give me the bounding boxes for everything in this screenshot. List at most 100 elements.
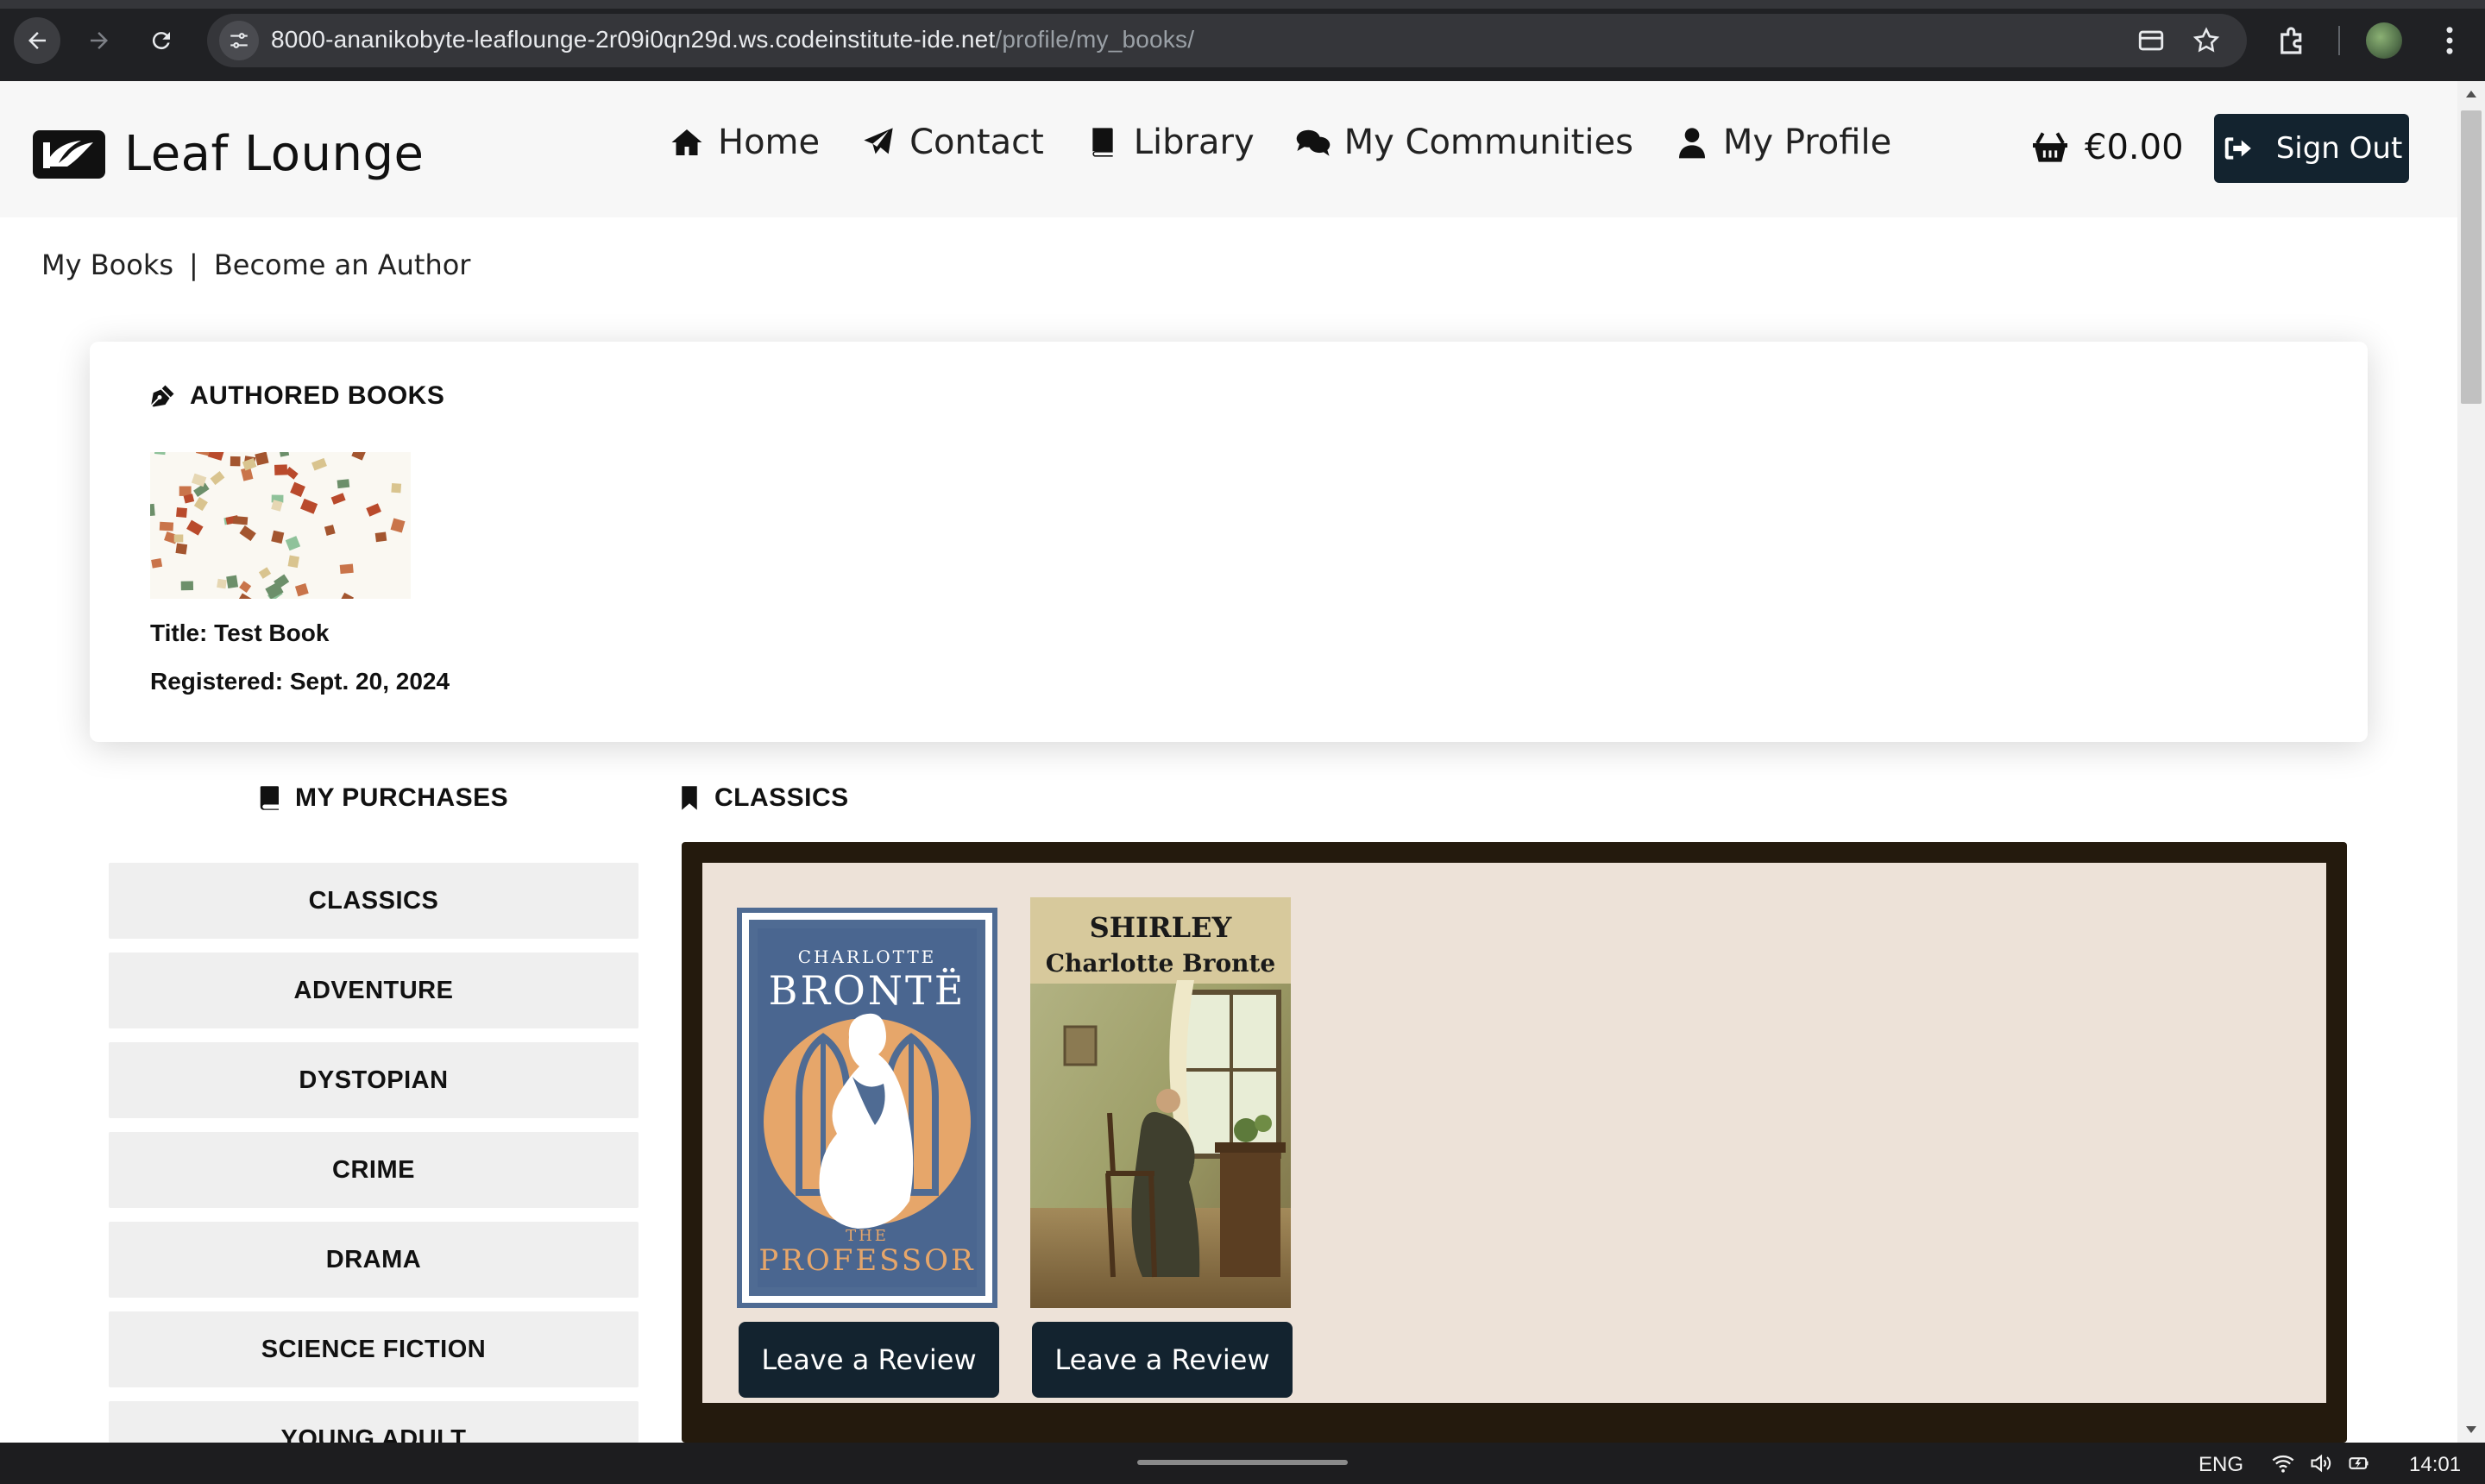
classics-shelf-heading: CLASSICS <box>678 783 849 813</box>
paper-plane-icon <box>864 128 893 154</box>
volume-icon[interactable] <box>2309 1451 2333 1475</box>
menu-item-communities[interactable]: My Communities <box>1296 123 1633 162</box>
genre-button-young-adult[interactable]: YOUNG ADULT <box>109 1401 639 1443</box>
genre-button-adventure[interactable]: ADVENTURE <box>109 953 639 1028</box>
forward-button[interactable] <box>76 17 123 64</box>
pattern-book-shape <box>391 482 402 494</box>
page-scrollbar[interactable] <box>2457 81 2485 1443</box>
back-arrow-icon <box>28 32 46 49</box>
pattern-book-shape <box>294 582 309 597</box>
bookmark-star-button[interactable] <box>2192 26 2221 55</box>
card-icon-button[interactable] <box>2136 26 2166 55</box>
bookmark-icon <box>682 786 697 810</box>
pattern-book-shape <box>175 543 188 555</box>
brand-logo-link[interactable]: Leaf Lounge <box>33 126 424 182</box>
scroll-up-arrow[interactable] <box>2457 81 2485 107</box>
url-text: 8000-ananikobyte-leaflounge-2r09i0qn29d.… <box>271 26 1194 53</box>
menu-item-profile[interactable]: My Profile <box>1675 123 1891 162</box>
authored-books-heading: AUTHORED BOOKS <box>150 381 444 411</box>
cover-the: THE <box>846 1227 889 1245</box>
shirley-cover-art: SHIRLEY Charlotte Bronte <box>1030 897 1291 1308</box>
scroll-down-arrow[interactable] <box>2457 1417 2485 1443</box>
pattern-book-shape <box>232 515 248 525</box>
book-cover-the-professor[interactable]: CHARLOTTE BRONTË THE PROFESSOR <box>737 908 997 1308</box>
site-navbar: Leaf Lounge Home Contact Library My Comm… <box>0 81 2457 217</box>
menu-label: Library <box>1133 123 1255 162</box>
pattern-book-shape <box>299 498 318 514</box>
browser-menu-button[interactable] <box>2432 22 2468 59</box>
pattern-book-shape <box>311 457 327 471</box>
profile-subnav: My Books | Become an Author <box>41 248 470 281</box>
extensions-button[interactable] <box>2274 22 2311 59</box>
brand-name: Leaf Lounge <box>124 126 425 182</box>
genre-button-drama[interactable]: DRAMA <box>109 1222 639 1298</box>
professor-cover-art: CHARLOTTE BRONTË THE PROFESSOR <box>737 908 997 1308</box>
tune-icon <box>230 33 248 48</box>
triangle-up-icon <box>2466 91 2476 97</box>
pattern-book-shape <box>271 530 285 544</box>
pattern-book-shape <box>324 525 336 536</box>
scroll-thumb[interactable] <box>2461 110 2482 404</box>
my-purchases-text: MY PURCHASES <box>295 783 509 812</box>
card-icon <box>2138 30 2164 51</box>
comments-icon <box>1296 129 1330 156</box>
my-books-link[interactable]: My Books <box>41 248 173 281</box>
menu-item-home[interactable]: Home <box>670 123 820 162</box>
battery-icon[interactable] <box>2347 1451 2371 1475</box>
bookshelf-frame: CHARLOTTE BRONTË THE PROFESSOR Leave a R… <box>682 842 2347 1443</box>
reload-button[interactable] <box>138 17 185 64</box>
home-icon <box>671 129 702 155</box>
pattern-book-shape <box>274 464 288 475</box>
pattern-book-shape <box>279 452 290 457</box>
pattern-book-shape <box>193 496 208 512</box>
authored-book-title: Title: Test Book <box>150 619 330 646</box>
genre-button-classics[interactable]: CLASSICS <box>109 863 639 939</box>
pattern-book-shape <box>390 518 406 533</box>
language-indicator[interactable]: ENG <box>2199 1453 2243 1477</box>
pattern-book-shape <box>236 593 253 599</box>
kebab-menu-icon <box>2446 27 2453 54</box>
wifi-icon[interactable] <box>2271 1451 2295 1475</box>
authored-book-image[interactable] <box>150 452 411 599</box>
pattern-book-shape <box>154 452 167 456</box>
pattern-book-shape <box>285 536 301 551</box>
menu-item-library[interactable]: Library <box>1085 123 1255 162</box>
cover-author: Charlotte Bronte <box>1046 949 1275 978</box>
genre-button-dystopian[interactable]: DYSTOPIAN <box>109 1042 639 1118</box>
pattern-book-shape <box>176 507 187 518</box>
browser-toolbar: 8000-ananikobyte-leaflounge-2r09i0qn29d.… <box>0 0 2485 81</box>
pattern-book-shape <box>287 555 300 569</box>
site-info-button[interactable] <box>219 21 259 60</box>
cover-title: SHIRLEY <box>1090 911 1233 944</box>
address-bar[interactable]: 8000-ananikobyte-leaflounge-2r09i0qn29d.… <box>207 14 2247 67</box>
genre-button-crime[interactable]: CRIME <box>109 1132 639 1208</box>
become-author-link[interactable]: Become an Author <box>214 248 471 281</box>
authored-books-card: AUTHORED BOOKS Title: Test Book Register… <box>90 342 2368 742</box>
pattern-book-shape <box>339 563 354 575</box>
pattern-book-shape <box>159 521 174 531</box>
sign-out-label: Sign Out <box>2275 131 2403 166</box>
leave-review-button[interactable]: Leave a Review <box>1032 1322 1293 1398</box>
pattern-book-shape <box>230 456 241 467</box>
toolbar-divider <box>2338 26 2340 55</box>
pattern-book-shape <box>366 503 381 517</box>
basket-link[interactable]: €0.00 <box>2031 128 2184 167</box>
pattern-book-shape <box>207 452 224 461</box>
home-indicator[interactable] <box>1137 1460 1348 1465</box>
reload-icon <box>152 32 170 50</box>
leave-review-button[interactable]: Leave a Review <box>739 1322 999 1398</box>
user-icon <box>1678 128 1705 159</box>
menu-label: My Profile <box>1722 123 1892 162</box>
forward-arrow-icon <box>91 32 108 49</box>
menu-item-contact[interactable]: Contact <box>861 123 1044 162</box>
back-button[interactable] <box>14 17 60 64</box>
os-taskbar: ENG 14:01 <box>0 1443 2485 1484</box>
book-cover-shirley[interactable]: SHIRLEY Charlotte Bronte <box>1030 897 1291 1308</box>
pattern-book-shape <box>217 578 227 589</box>
sign-out-button[interactable]: Sign Out <box>2214 114 2409 183</box>
genre-button-science-fiction[interactable]: SCIENCE FICTION <box>109 1311 639 1387</box>
clock[interactable]: 14:01 <box>2409 1453 2461 1477</box>
profile-avatar[interactable] <box>2366 22 2402 59</box>
pen-nib-icon <box>151 385 174 407</box>
authored-heading-text: AUTHORED BOOKS <box>190 381 445 410</box>
